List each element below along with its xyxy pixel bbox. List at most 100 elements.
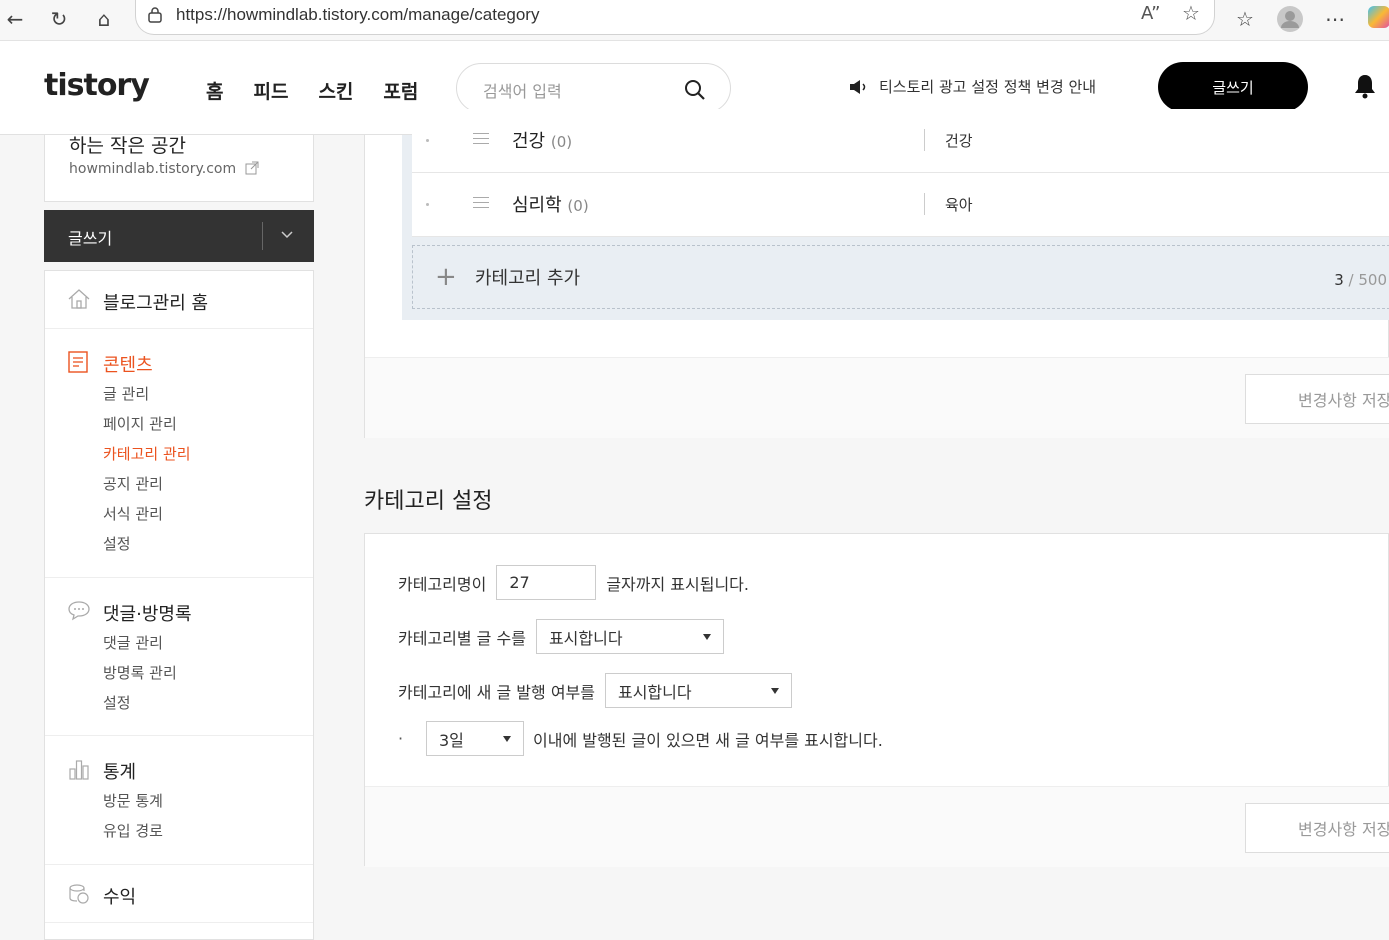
add-category-label: 카테고리 추가 — [475, 268, 581, 289]
nav-home[interactable]: 홈 — [206, 77, 223, 104]
blog-url[interactable]: howmindlab.tistory.com — [69, 161, 259, 177]
menu-home[interactable]: 블로그관리 홈 — [45, 271, 313, 329]
name-length-suffix: 글자까지 표시됩니다. — [606, 574, 749, 594]
menu-notice-manage[interactable]: 공지 관리 — [103, 469, 313, 499]
new-post-label: 카테고리에 새 글 발행 여부를 — [398, 682, 595, 702]
external-link-icon — [245, 161, 259, 175]
menu-home-label: 블로그관리 홈 — [103, 293, 209, 314]
comment-icon — [68, 601, 90, 621]
category-row[interactable]: 건강 (0) 건강 — [412, 109, 1389, 173]
category-row[interactable]: 심리학 (0) 육아 — [412, 173, 1389, 237]
write-button[interactable]: 글쓰기 — [1158, 62, 1308, 112]
notice-link[interactable]: 티스토리 광고 설정 정책 변경 안내 — [849, 76, 1096, 97]
category-name[interactable]: 건강 (0) — [512, 127, 572, 153]
menu-stats: 통계 방문 통계 유입 경로 — [45, 736, 313, 865]
menu-guestbook-manage[interactable]: 방명록 관리 — [103, 658, 313, 688]
bullet — [426, 203, 429, 206]
section-title: 카테고리 설정 — [364, 489, 493, 514]
dropdown-arrow-icon — [503, 736, 511, 742]
category-description[interactable]: 육아 — [945, 194, 973, 215]
dropdown-arrow-icon — [770, 688, 779, 694]
menu-stats-title[interactable]: 통계 — [103, 758, 136, 784]
plus-icon: + — [435, 262, 457, 292]
save-changes-button[interactable]: 변경사항 저장 — [1245, 374, 1389, 424]
sidebar: 하는 작은 공간 howmindlab.tistory.com 글쓰기 블로그관… — [44, 135, 314, 940]
category-settings-panel: 카테고리명이 27 글자까지 표시됩니다. 카테고리별 글 수를 표시합니다 카… — [364, 533, 1389, 867]
menu-comment-manage[interactable]: 댓글 관리 — [103, 628, 313, 658]
post-count-select[interactable]: 표시합니다 — [535, 619, 724, 654]
days-suffix: 이내에 발행된 글이 있으면 새 글 여부를 표시합니다. — [533, 730, 883, 750]
add-category-button[interactable]: + 카테고리 추가 3 / 500 — [412, 245, 1389, 309]
name-length-input[interactable]: 27 — [496, 565, 597, 600]
chevron-down-icon[interactable] — [281, 231, 293, 239]
drag-handle-icon[interactable] — [473, 197, 489, 212]
read-aloud-icon[interactable]: A” — [1141, 3, 1160, 24]
sidebar-write-label: 글쓰기 — [68, 229, 113, 248]
menu-category-manage[interactable]: 카테고리 관리 — [103, 439, 313, 469]
bullet: · — [398, 729, 404, 748]
dropdown-arrow-icon — [702, 634, 711, 640]
blog-card: 하는 작은 공간 howmindlab.tistory.com — [44, 135, 314, 202]
menu-referrer[interactable]: 유입 경로 — [103, 816, 313, 846]
search-input[interactable]: 검색어 입력 — [483, 78, 562, 102]
favorite-star-icon[interactable]: ☆ — [1182, 1, 1200, 25]
url-text: https://howmindlab.tistory.com/manage/ca… — [176, 5, 540, 24]
favorites-icon[interactable]: ☆ — [1230, 4, 1260, 34]
coins-icon — [69, 884, 89, 904]
divider — [924, 129, 925, 151]
setting-new-days: · 3일 이내에 발행된 글이 있으면 새 글 여부를 표시합니다. — [398, 721, 883, 756]
menu-comments-title[interactable]: 댓글·방명록 — [103, 600, 192, 626]
copilot-icon[interactable] — [1368, 6, 1389, 28]
address-bar[interactable]: https://howmindlab.tistory.com/manage/ca… — [135, 0, 1215, 35]
speaker-icon — [850, 79, 866, 94]
drag-handle-icon[interactable] — [473, 133, 489, 148]
search-icon[interactable] — [684, 79, 706, 101]
panel-footer: 변경사항 저장 — [365, 786, 1389, 867]
bell-icon[interactable] — [1353, 73, 1377, 99]
menu-visit-stats[interactable]: 방문 통계 — [103, 786, 313, 816]
sidebar-write-button[interactable]: 글쓰기 — [44, 210, 314, 262]
menu-post-manage[interactable]: 글 관리 — [103, 379, 313, 409]
menu-contents: 콘텐츠 글 관리 페이지 관리 카테고리 관리 공지 관리 서식 관리 설정 — [45, 329, 313, 578]
category-name[interactable]: 심리학 (0) — [512, 191, 589, 217]
category-count: (0) — [567, 197, 589, 215]
category-description[interactable]: 건강 — [945, 130, 973, 151]
search-box[interactable]: 검색어 입력 — [456, 63, 731, 113]
menu-page-manage[interactable]: 페이지 관리 — [103, 409, 313, 439]
nav-skin[interactable]: 스킨 — [318, 77, 353, 104]
menu-template-manage[interactable]: 서식 관리 — [103, 499, 313, 529]
menu-revenue[interactable]: 수익 — [45, 865, 313, 923]
nav-forum[interactable]: 포럼 — [383, 77, 418, 104]
save-changes-button[interactable]: 변경사항 저장 — [1245, 803, 1389, 853]
browser-toolbar: ← ↻ ⌂ https://howmindlab.tistory.com/man… — [0, 0, 1389, 41]
back-icon[interactable]: ← — [0, 4, 30, 34]
menu-comments: 댓글·방명록 댓글 관리 방명록 관리 설정 — [45, 578, 313, 736]
bar-chart-icon — [69, 760, 89, 780]
tistory-logo[interactable]: tistory — [44, 68, 150, 103]
home-icon — [68, 289, 90, 309]
blog-title[interactable]: 하는 작은 공간 — [69, 131, 186, 158]
setting-name-length: 카테고리명이 27 글자까지 표시됩니다. — [398, 565, 749, 600]
main-nav: 홈 피드 스킨 포럼 — [206, 77, 418, 104]
days-select[interactable]: 3일 — [426, 721, 524, 756]
setting-post-count: 카테고리별 글 수를 표시합니다 — [398, 619, 724, 654]
bullet — [426, 139, 429, 142]
home-icon[interactable]: ⌂ — [89, 4, 119, 34]
name-length-label: 카테고리명이 — [398, 574, 487, 594]
document-icon — [68, 351, 88, 373]
category-list-panel: 건강 (0) 건강 심리학 (0) 육아 + 카테고리 추가 3 / 500 변… — [364, 109, 1389, 438]
refresh-icon[interactable]: ↻ — [44, 4, 74, 34]
sidebar-menu: 블로그관리 홈 콘텐츠 글 관리 페이지 관리 카테고리 관리 공지 관리 서식… — [44, 270, 314, 940]
menu-contents-title[interactable]: 콘텐츠 — [103, 351, 153, 377]
more-icon[interactable]: ⋯ — [1320, 4, 1350, 34]
main-content: 건강 (0) 건강 심리학 (0) 육아 + 카테고리 추가 3 / 500 변… — [364, 109, 1389, 938]
setting-new-post: 카테고리에 새 글 발행 여부를 표시합니다 — [398, 673, 792, 708]
new-post-select[interactable]: 표시합니다 — [604, 673, 792, 708]
menu-comments-settings[interactable]: 설정 — [103, 688, 313, 718]
menu-contents-settings[interactable]: 설정 — [103, 529, 313, 559]
panel-footer: 변경사항 저장 — [365, 357, 1389, 438]
post-count-label: 카테고리별 글 수를 — [398, 628, 526, 648]
profile-avatar[interactable] — [1275, 4, 1305, 34]
category-count: (0) — [550, 133, 573, 151]
nav-feed[interactable]: 피드 — [253, 77, 288, 104]
